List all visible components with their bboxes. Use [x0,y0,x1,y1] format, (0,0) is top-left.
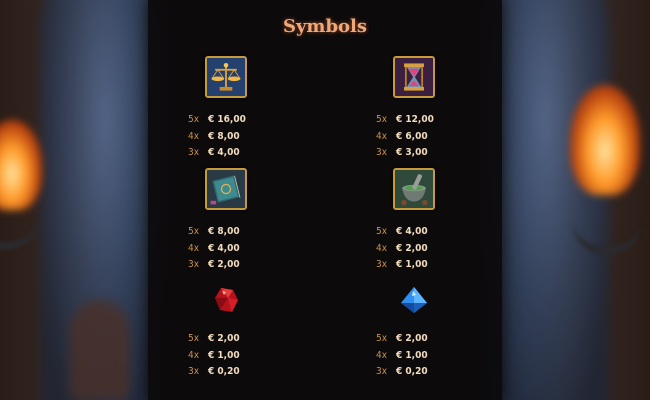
payout-list: 5x € 4,00 4x € 2,00 3x € 1,00 [354,226,474,276]
payout-amount: € 0,20 [208,366,240,377]
payout-amount: € 1,00 [208,349,240,361]
payout-row: 4x € 8,00 [166,131,286,148]
payout-amount: € 0,20 [396,366,428,377]
hourglass-icon [393,56,435,98]
page-title: Symbols [282,16,368,37]
payout-amount: € 1,00 [396,349,428,361]
paytable-panel[interactable]: Symbols 5x € 16,00 4x € 8,00 3x € 4,00 5… [148,0,502,400]
payout-multiplier: 3x [188,366,200,377]
payout-row: 5x € 2,00 [354,333,474,350]
payout-multiplier: 4x [188,130,200,142]
payout-amount: € 16,00 [208,114,246,125]
payout-amount: € 8,00 [208,130,240,142]
payout-row: 3x € 0,20 [354,366,474,383]
payout-amount: € 4,00 [208,242,240,254]
payout-row: 4x € 2,00 [354,243,474,260]
payout-amount: € 2,00 [396,333,428,344]
payout-row: 4x € 4,00 [166,243,286,260]
payout-multiplier: 4x [188,242,200,254]
payout-row: 5x € 2,00 [166,333,286,350]
payout-multiplier: 5x [188,114,200,125]
red-gem-icon [211,285,241,315]
payout-row: 3x € 3,00 [354,147,474,164]
spellbook-icon [205,168,247,210]
payout-amount: € 4,00 [208,147,240,158]
payout-multiplier: 4x [188,349,200,361]
payout-row: 5x € 16,00 [166,114,286,131]
payout-list: 5x € 16,00 4x € 8,00 3x € 4,00 [166,114,286,164]
payout-multiplier: 3x [376,147,388,158]
payout-row: 3x € 1,00 [354,259,474,276]
background-vase [70,300,130,400]
blue-gem-icon [399,285,429,315]
payout-list: 5x € 12,00 4x € 6,00 3x € 3,00 [354,114,474,164]
payout-amount: € 6,00 [396,130,428,142]
payout-multiplier: 4x [376,242,388,254]
payout-row: 5x € 4,00 [354,226,474,243]
payout-multiplier: 3x [376,366,388,377]
payout-amount: € 2,00 [208,333,240,344]
payout-amount: € 2,00 [208,259,240,270]
payout-row: 3x € 0,20 [166,366,286,383]
payout-row: 3x € 4,00 [166,147,286,164]
torch-sconce-left [0,190,40,250]
payout-multiplier: 5x [376,333,388,344]
payout-row: 5x € 8,00 [166,226,286,243]
payout-multiplier: 3x [188,147,200,158]
torch-flame-right [570,85,640,195]
payout-row: 4x € 1,00 [354,350,474,367]
payout-amount: € 4,00 [396,226,428,237]
payout-row: 4x € 6,00 [354,131,474,148]
mortar-pestle-icon [393,168,435,210]
payout-row: 4x € 1,00 [166,350,286,367]
scales-icon [205,56,247,98]
payout-multiplier: 5x [188,226,200,237]
payout-amount: € 12,00 [396,114,434,125]
payout-amount: € 8,00 [208,226,240,237]
payout-multiplier: 5x [376,226,388,237]
payout-multiplier: 5x [188,333,200,344]
payout-multiplier: 3x [376,259,388,270]
payout-multiplier: 4x [376,130,388,142]
payout-row: 3x € 2,00 [166,259,286,276]
payout-multiplier: 5x [376,114,388,125]
payout-list: 5x € 2,00 4x € 1,00 3x € 0,20 [354,333,474,383]
payout-amount: € 2,00 [396,242,428,254]
payout-row: 5x € 12,00 [354,114,474,131]
payout-multiplier: 3x [188,259,200,270]
payout-amount: € 3,00 [396,147,428,158]
payout-amount: € 1,00 [396,259,428,270]
payout-multiplier: 4x [376,349,388,361]
payout-list: 5x € 2,00 4x € 1,00 3x € 0,20 [166,333,286,383]
payout-list: 5x € 8,00 4x € 4,00 3x € 2,00 [166,226,286,276]
